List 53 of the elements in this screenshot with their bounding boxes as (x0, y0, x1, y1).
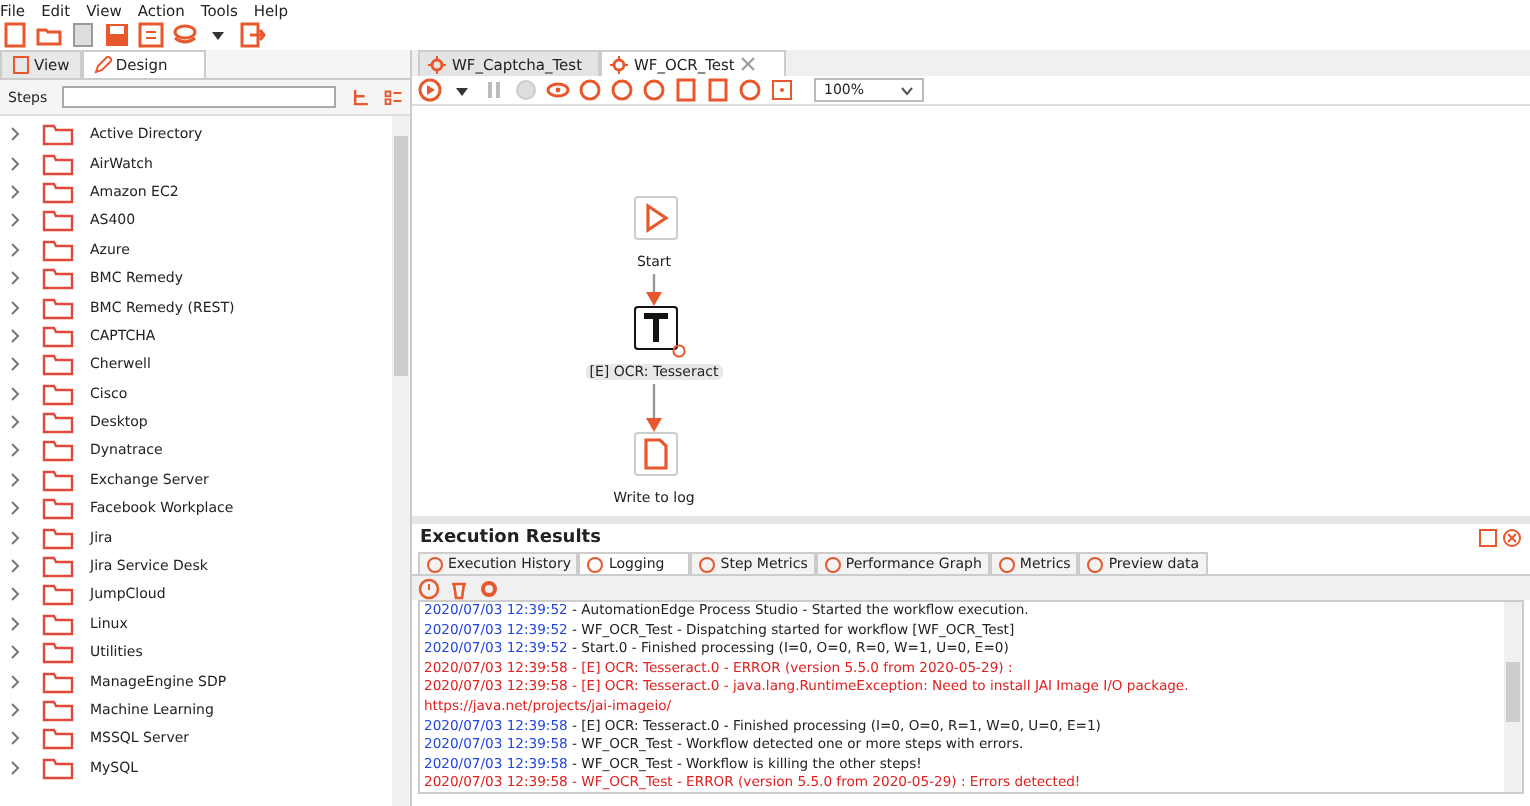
folder-icon (42, 381, 74, 406)
close-icon[interactable] (740, 56, 757, 72)
write-log-node[interactable] (634, 432, 678, 476)
folder-icon (42, 151, 74, 176)
steps-search-field[interactable] (61, 86, 336, 108)
scrollbar[interactable] (1504, 602, 1522, 792)
folder-icon (42, 611, 74, 636)
folder-icon (42, 726, 74, 751)
folder-icon (42, 323, 74, 348)
tree-view-icon[interactable] (351, 86, 369, 108)
folder-icon (42, 755, 74, 780)
folder-icon (42, 237, 74, 262)
pencil-icon (93, 56, 112, 74)
folder-icon (42, 554, 74, 579)
folder-icon (42, 525, 74, 550)
save-icon[interactable] (104, 22, 130, 48)
folder-icon (42, 582, 74, 607)
folder-icon (42, 669, 74, 694)
scrollbar[interactable] (392, 116, 410, 806)
folder-icon (42, 179, 74, 204)
folder-icon (42, 122, 74, 147)
start-node[interactable] (634, 196, 678, 240)
scroll-thumb[interactable] (1506, 662, 1520, 722)
folder-icon (42, 698, 74, 722)
list-view-icon[interactable] (384, 86, 402, 108)
scroll-thumb[interactable] (394, 136, 408, 376)
folder-icon (42, 496, 74, 521)
exit-icon[interactable] (240, 22, 266, 48)
folder-icon (42, 438, 74, 463)
preview-icon[interactable] (546, 78, 570, 102)
new-file-icon[interactable] (2, 22, 28, 48)
folder-icon (42, 295, 74, 320)
trash-icon[interactable] (448, 577, 470, 599)
chevron-down-icon (900, 85, 915, 95)
document-icon (12, 56, 30, 74)
grid-icon[interactable] (770, 78, 794, 102)
connector-arrow (646, 274, 662, 306)
pause-icon[interactable] (482, 78, 506, 102)
run-icon[interactable] (418, 78, 442, 102)
document-icon[interactable] (70, 22, 96, 48)
folder-icon (42, 208, 74, 233)
layers-icon[interactable] (172, 22, 198, 48)
text-node[interactable] (634, 306, 678, 350)
folder-icon (42, 352, 74, 377)
close-icon[interactable] (1502, 528, 1522, 548)
panel-title: Execution Results (420, 528, 603, 548)
folder-icon (42, 467, 74, 492)
folder-icon (42, 266, 74, 291)
folder-icon (42, 410, 74, 435)
maximize-icon[interactable] (1478, 528, 1498, 548)
clear-icon[interactable] (418, 577, 440, 599)
folder-icon (42, 640, 74, 665)
connector-arrow (646, 384, 662, 432)
